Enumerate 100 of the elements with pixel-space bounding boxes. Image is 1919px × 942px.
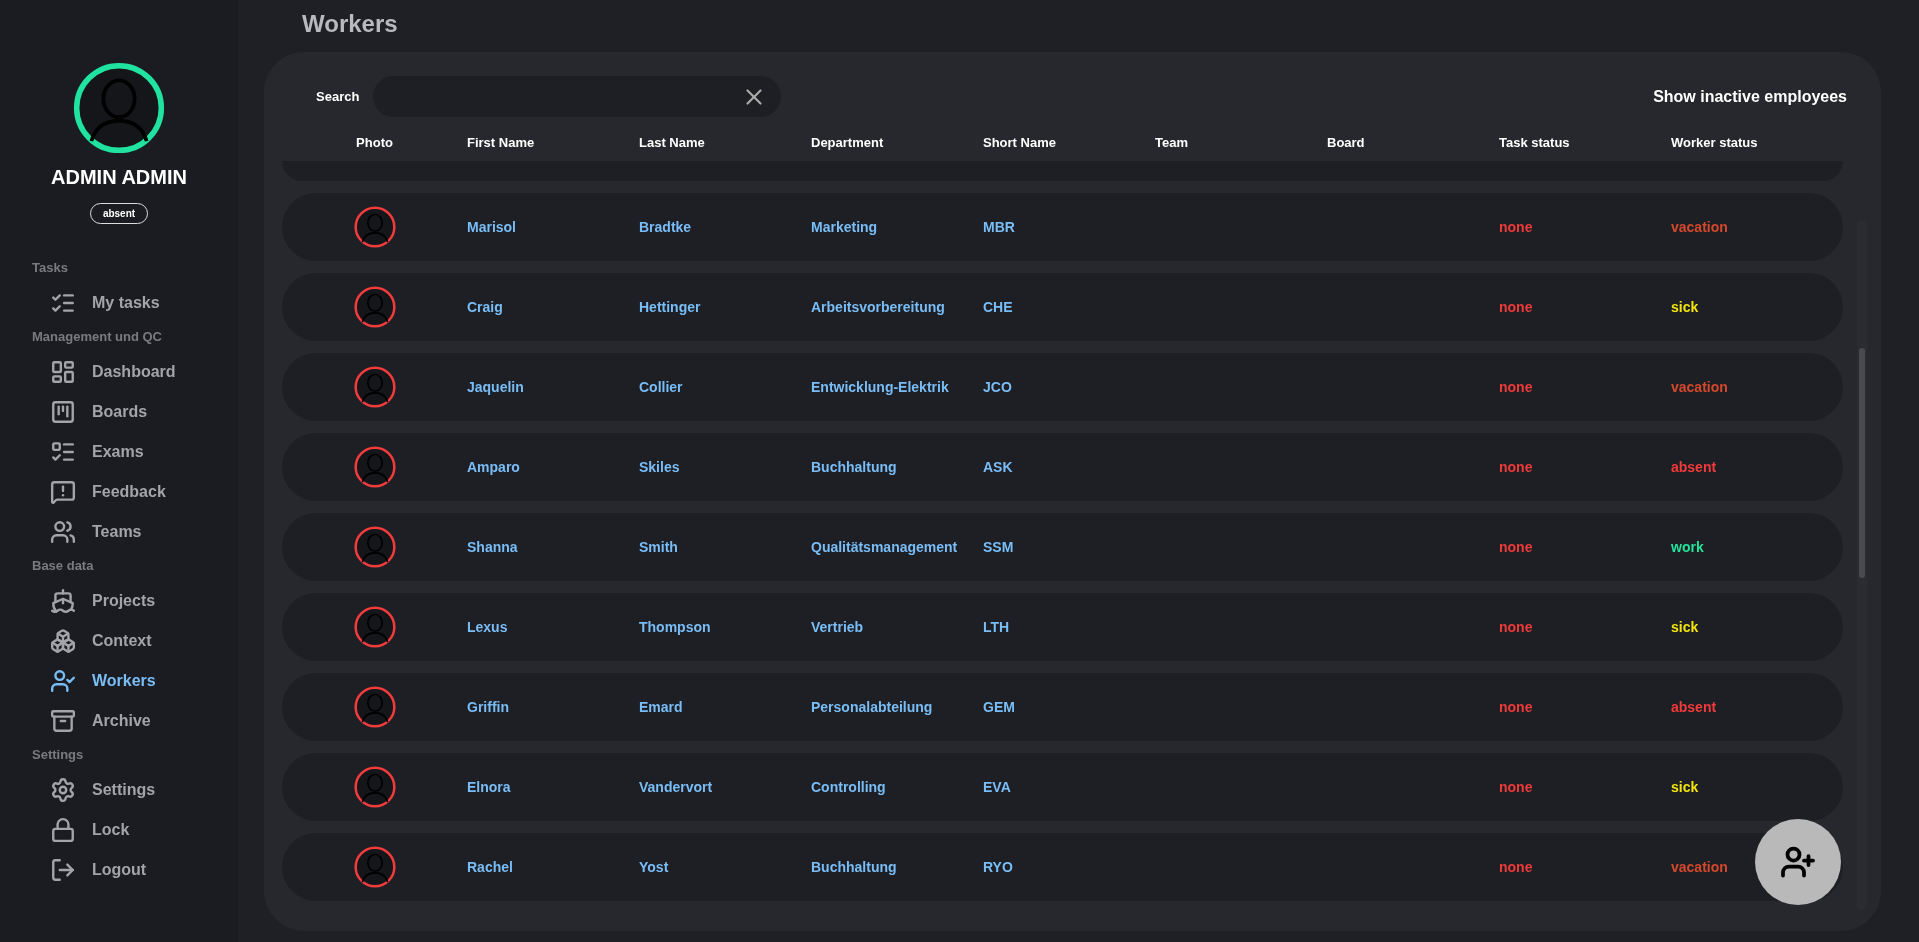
column-header: Board <box>1327 134 1366 150</box>
table-cell-text: Vertrieb <box>811 619 865 635</box>
table-cell-text: none <box>1499 779 1534 795</box>
table-cell-text: Marisol <box>467 219 517 235</box>
table-cell-text: Craig <box>467 299 504 315</box>
board-icon <box>50 399 76 425</box>
table-cell-text: none <box>1499 699 1534 715</box>
avatar-icon <box>353 366 396 408</box>
ship-icon <box>50 588 76 614</box>
table-cell-text: absent <box>1671 699 1718 715</box>
table-cell-text: Entwicklung-Elektrik <box>811 379 950 395</box>
table-cell-text: EVA <box>983 779 1012 795</box>
table-cell-text: vacation <box>1671 379 1729 395</box>
nav-item[interactable]: Lock <box>0 810 238 850</box>
column-header: Task status <box>1499 134 1571 150</box>
avatar-icon <box>353 286 396 328</box>
table-cell-text: SSM <box>983 539 1015 555</box>
table-cell-text: Smith <box>639 539 679 555</box>
table-row[interactable]: Rachel Yost Buchhaltung RYO none vacation <box>282 833 1843 901</box>
section-title: Settings <box>31 746 85 764</box>
table-cell-text: Emard <box>639 699 684 715</box>
column-header: Worker status <box>1671 134 1759 150</box>
table-cell-text: absent <box>1671 459 1718 475</box>
section-title: Base data <box>31 557 95 575</box>
table-cell-text: none <box>1499 459 1534 475</box>
column-header: Photo <box>355 134 394 150</box>
nav-item[interactable]: Archive <box>0 701 238 741</box>
table-cell-text: Personalabteilung <box>811 699 934 715</box>
table-cell-text: sick <box>1671 619 1700 635</box>
table-cell-text: Hettinger <box>639 299 702 315</box>
nav-item[interactable]: Context <box>0 621 238 661</box>
table-row[interactable]: Amparo Skiles Buchhaltung ASK none absent <box>282 433 1843 501</box>
nav-item[interactable]: Settings <box>0 770 238 810</box>
column-header: Department <box>811 134 885 150</box>
nav-item[interactable]: Feedback <box>0 472 238 512</box>
table-cell-text: Yost <box>639 859 670 875</box>
table-cell-text: Rachel <box>467 859 514 875</box>
table-cell-text: Elnora <box>467 779 512 795</box>
table-cell-text: none <box>1499 379 1534 395</box>
table-cell-text: none <box>1499 539 1534 555</box>
section-title: Management und QC <box>31 328 163 346</box>
table-cell-text: Griffin <box>467 699 510 715</box>
search-label: Search <box>316 89 360 104</box>
nav-item[interactable]: Projects <box>0 581 238 621</box>
nav-item[interactable]: Workers <box>0 661 238 701</box>
nav-item[interactable]: Boards <box>0 392 238 432</box>
table-cell-text: Marketing <box>811 219 879 235</box>
table-cell-text: Controlling <box>811 779 887 795</box>
table-cell-text: Buchhaltung <box>811 859 898 875</box>
table-cell-text: work <box>1671 539 1705 555</box>
page-title: Workers <box>302 10 399 38</box>
table-row[interactable]: Shanna Smith Qualitätsmanagement SSM none work <box>282 513 1843 581</box>
column-header: Last Name <box>639 134 706 150</box>
table-row[interactable]: Jaquelin Collier Entwicklung-Elektrik JCO none vacation <box>282 353 1843 421</box>
table-cell-text: JCO <box>983 379 1013 395</box>
user-check-icon <box>50 668 76 694</box>
table-cell-text: vacation <box>1671 219 1729 235</box>
nav-item[interactable]: Exams <box>0 432 238 472</box>
nav-item[interactable]: My tasks <box>0 283 238 323</box>
nav-item[interactable]: Teams <box>0 512 238 552</box>
table-cell-text: Vandervort <box>639 779 714 795</box>
table-cell-text: MBR <box>983 219 1016 235</box>
column-header: Short Name <box>983 134 1057 150</box>
nav-item[interactable]: Logout <box>0 850 238 890</box>
table-cell-text: Bradtke <box>639 219 693 235</box>
table-cell-text: ASK <box>983 459 1014 475</box>
table-cell-text: Jaquelin <box>467 379 525 395</box>
table-cell-text: Skiles <box>639 459 681 475</box>
table-cell-text: Amparo <box>467 459 521 475</box>
logout-icon <box>50 857 76 883</box>
table-row[interactable]: Lexus Thompson Vertrieb LTH none sick <box>282 593 1843 661</box>
table-row[interactable]: Griffin Emard Personalabteilung GEM none absent <box>282 673 1843 741</box>
avatar-icon <box>353 686 396 728</box>
nav-item[interactable]: Dashboard <box>0 352 238 392</box>
table-cell-text: Shanna <box>467 539 519 555</box>
table-row[interactable]: Marisol Bradtke Marketing MBR none vacation <box>282 193 1843 261</box>
section-title: Tasks <box>31 259 69 277</box>
table-cell-text: none <box>1499 619 1534 635</box>
table-row[interactable]: Craig Hettinger Arbeitsvorbereitung CHE none sick <box>282 273 1843 341</box>
table-cell-text: Lexus <box>467 619 509 635</box>
table-cell-text: RYO <box>983 859 1014 875</box>
feedback-icon <box>50 479 76 505</box>
archive-icon <box>50 708 76 734</box>
table-cell-text: Qualitätsmanagement <box>811 539 959 555</box>
table-cell-text: Collier <box>639 379 684 395</box>
table-cell-text: GEM <box>983 699 1016 715</box>
column-header: Team <box>1155 134 1189 150</box>
table-cell-text: sick <box>1671 779 1700 795</box>
people-icon <box>50 519 76 545</box>
table-cell-text: sick <box>1671 299 1700 315</box>
table-cell-text: vacation <box>1671 859 1729 875</box>
settings-icon <box>50 777 76 803</box>
avatar-icon <box>353 206 396 248</box>
avatar-icon <box>353 846 396 888</box>
search-field[interactable] <box>373 76 782 117</box>
table-cell-text: LTH <box>983 619 1011 635</box>
avatar-icon <box>353 526 396 568</box>
table-row[interactable]: Elnora Vandervort Controlling EVA none sick <box>282 753 1843 821</box>
column-header: First Name <box>467 134 536 150</box>
table-cell-text: none <box>1499 299 1534 315</box>
